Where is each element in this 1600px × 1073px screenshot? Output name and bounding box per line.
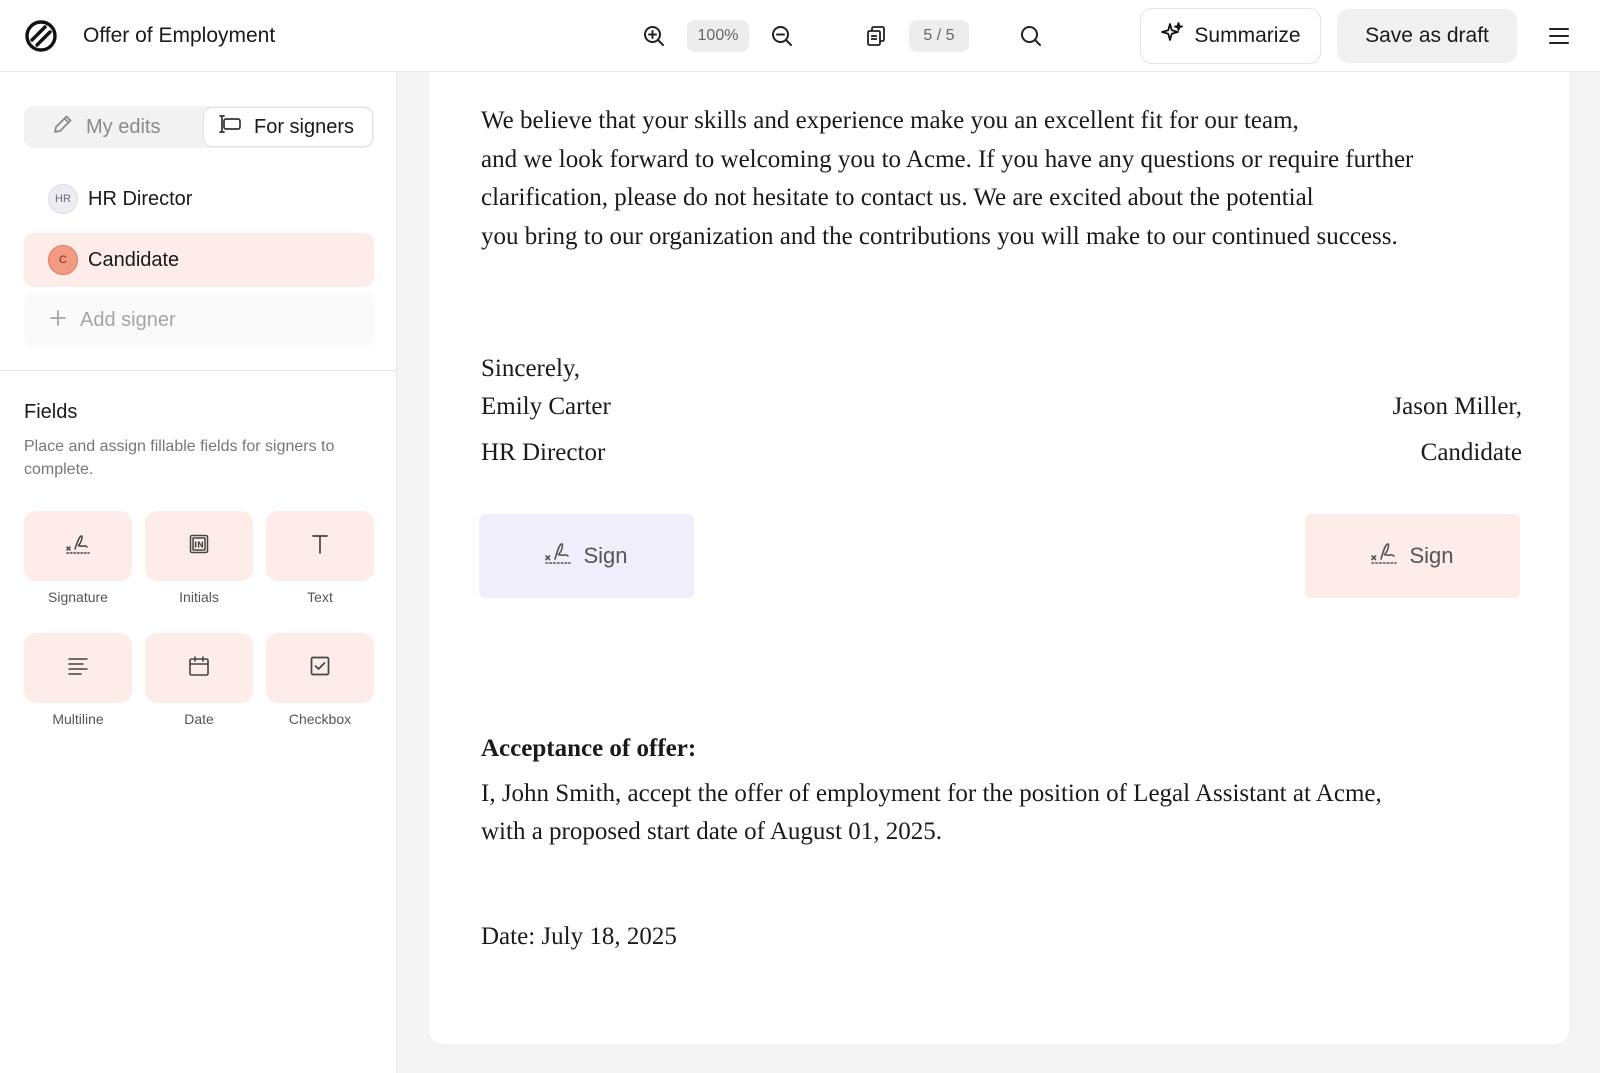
mode-segmented-control: My edits For signers — [24, 106, 374, 148]
signature-icon — [545, 541, 572, 571]
signer-field-icon — [218, 113, 242, 141]
divider — [0, 370, 397, 371]
field-tile-text[interactable] — [266, 511, 374, 581]
body-paragraph: We believe that your skills and experien… — [481, 102, 1413, 256]
field-tile-date[interactable] — [145, 633, 253, 703]
tab-for-signers[interactable]: For signers — [203, 107, 373, 147]
field-label-signature: Signature — [48, 589, 108, 605]
page-indicator: 5 / 5 — [909, 20, 969, 52]
zoom-out-icon[interactable] — [768, 22, 796, 50]
tab-my-edits[interactable]: My edits — [52, 106, 160, 148]
field-tile-checkbox[interactable] — [266, 633, 374, 703]
checkbox-icon — [309, 655, 331, 682]
date-line: Date: July 18, 2025 — [481, 923, 677, 950]
field-label-text: Text — [307, 589, 333, 605]
sign-label: Sign — [1409, 543, 1454, 568]
add-signer-button[interactable]: Add signer — [24, 293, 374, 347]
field-label-initials: Initials — [179, 589, 219, 605]
signer-item-hr-director[interactable]: HR HR Director — [24, 172, 374, 226]
app-logo-icon[interactable] — [24, 19, 58, 53]
avatar: HR — [48, 184, 78, 214]
acceptance-line: I, John Smith, accept the offer of emplo… — [481, 780, 1382, 807]
paragraph-line: clarification, please do not hesitate to… — [481, 184, 1314, 211]
signer-name: HR Director — [88, 187, 193, 210]
multiline-icon — [67, 655, 89, 682]
sparkle-icon — [1160, 21, 1184, 51]
acceptance-line: with a proposed start date of August 01,… — [481, 818, 943, 845]
field-label-checkbox: Checkbox — [288, 711, 352, 727]
zoom-level[interactable]: 100% — [687, 20, 749, 52]
save-as-draft-button[interactable]: Save as draft — [1337, 9, 1517, 63]
recipient-name: Jason Miller, — [1392, 393, 1522, 420]
paragraph-line: and we look forward to welcoming you to … — [481, 145, 1414, 173]
sidebar: My edits For signers HR HR Director C Ca… — [0, 72, 397, 1073]
closing-text: Sincerely, — [481, 355, 581, 382]
pencil-icon — [52, 113, 74, 141]
avatar: C — [48, 245, 78, 275]
summarize-button[interactable]: Summarize — [1140, 8, 1321, 64]
tab-my-edits-label: My edits — [86, 115, 161, 138]
hamburger-menu-icon[interactable] — [1545, 22, 1573, 50]
field-label-date: Date — [184, 711, 214, 727]
sign-field-hr-director[interactable]: Sign — [479, 514, 694, 598]
signer-item-candidate[interactable]: C Candidate — [24, 233, 374, 287]
document-title: Offer of Employment — [83, 24, 276, 47]
summarize-label: Summarize — [1194, 24, 1301, 47]
svg-text:IN: IN — [194, 540, 204, 549]
search-icon[interactable] — [1017, 22, 1045, 50]
fields-heading: Fields — [24, 401, 78, 423]
zoom-in-icon[interactable] — [640, 22, 668, 50]
top-bar: Offer of Employment 100% 5 / 5 Summarize… — [0, 0, 1600, 72]
sender-name: Emily Carter — [481, 393, 611, 420]
sign-field-candidate[interactable]: Sign — [1305, 514, 1520, 598]
field-tile-multiline[interactable] — [24, 633, 132, 703]
sender-title: HR Director — [481, 439, 606, 466]
field-tile-signature[interactable] — [24, 511, 132, 581]
plus-icon — [50, 309, 66, 332]
paragraph-line: We believe that your skills and experien… — [481, 107, 1299, 134]
field-tile-initials[interactable]: IN — [145, 511, 253, 581]
initials-icon: IN — [188, 533, 210, 560]
fields-description: Place and assign fillable fields for sig… — [24, 438, 335, 478]
calendar-icon — [188, 655, 210, 682]
paragraph-line: you bring to our organization and the co… — [481, 222, 1398, 250]
pages-icon[interactable] — [862, 22, 890, 50]
signature-icon — [1371, 541, 1398, 571]
recipient-title: Candidate — [1420, 439, 1522, 466]
add-signer-label: Add signer — [80, 308, 176, 331]
document-page: We believe that your skills and experien… — [429, 72, 1569, 1044]
signer-name: Candidate — [88, 248, 180, 271]
tab-for-signers-label: For signers — [254, 115, 355, 138]
acceptance-heading: Acceptance of offer: — [481, 735, 697, 762]
signature-icon — [66, 533, 90, 560]
sign-label: Sign — [583, 543, 628, 568]
field-label-multiline: Multiline — [52, 711, 104, 727]
text-icon — [309, 533, 331, 560]
